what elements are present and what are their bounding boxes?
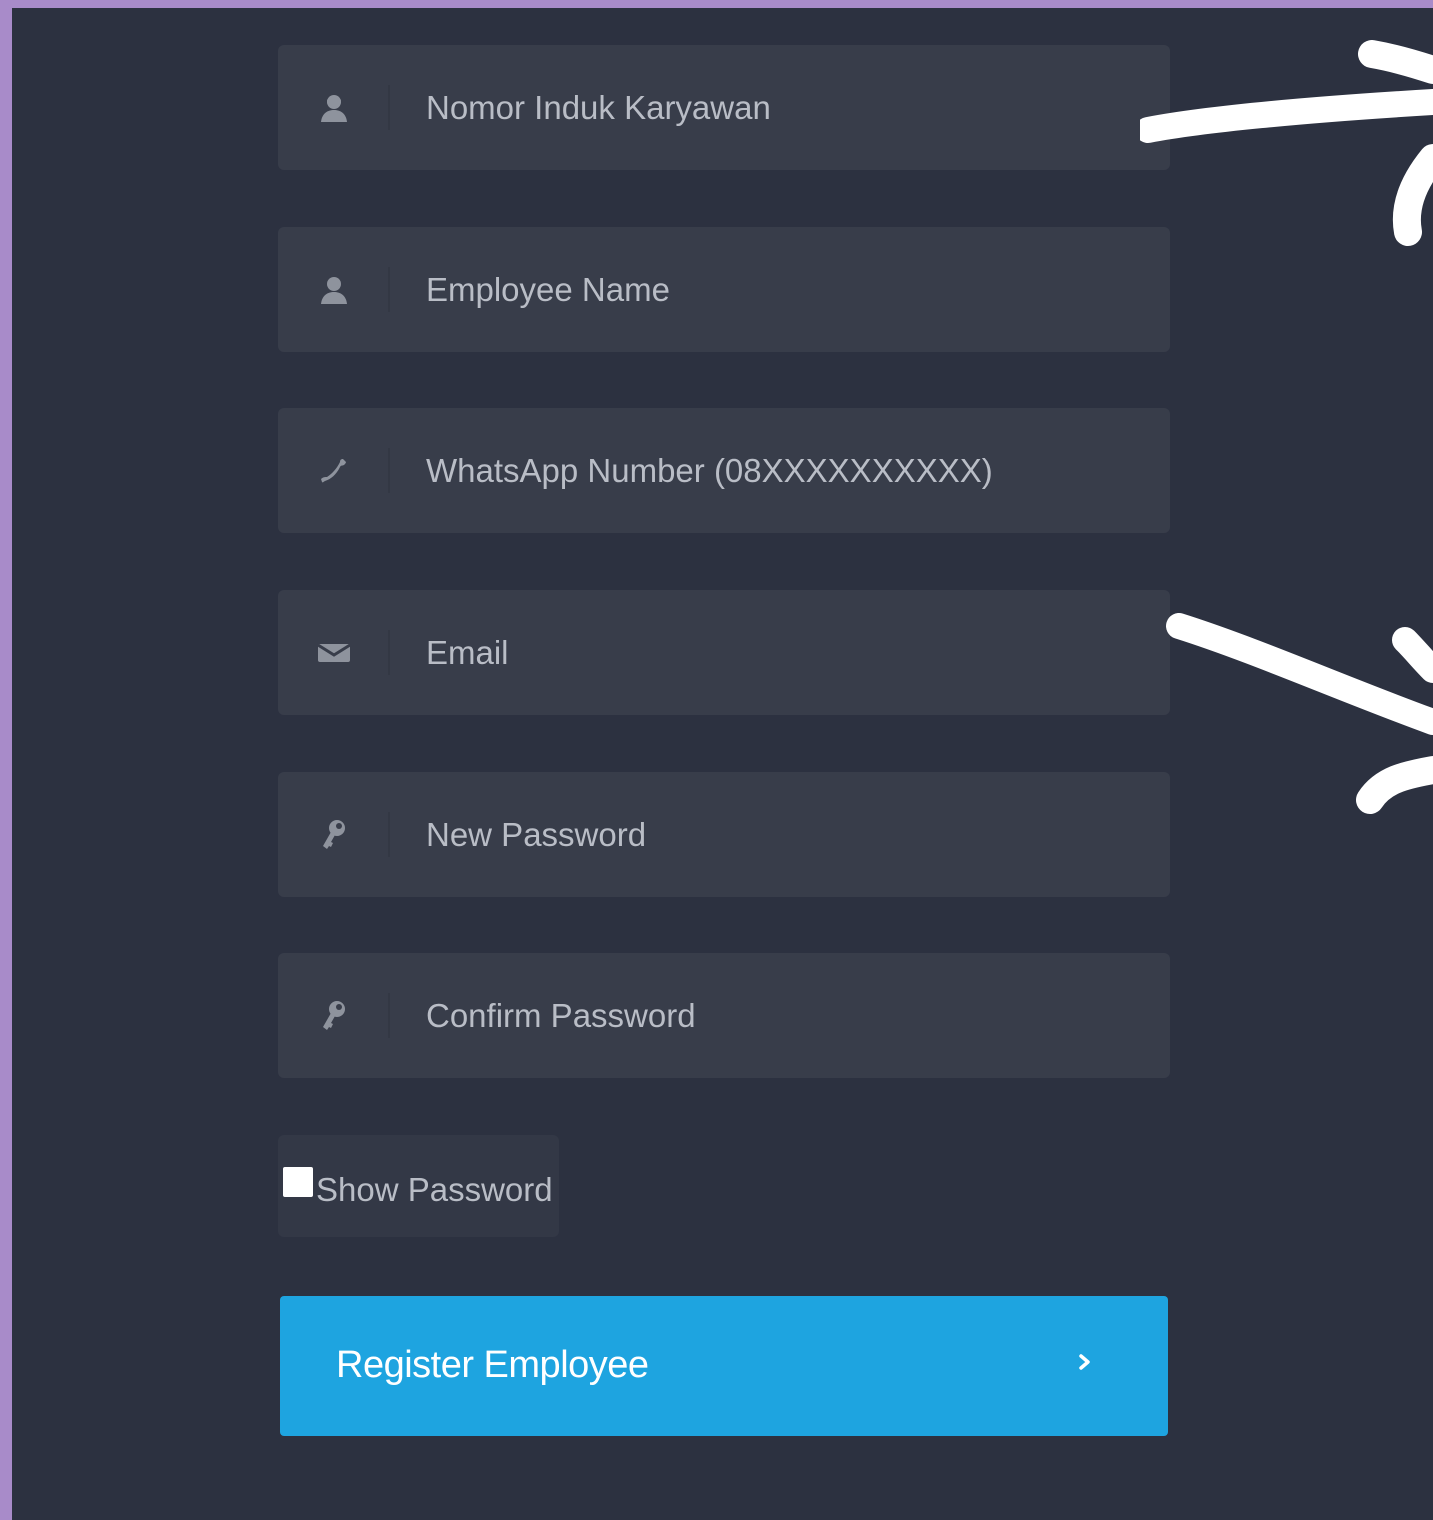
new-password-input[interactable] [426,772,1126,897]
whatsapp-input[interactable] [426,408,1126,533]
whatsapp-field[interactable] [278,408,1170,533]
show-password-label: Show Password [316,1171,553,1208]
employee-name-field[interactable] [278,227,1170,352]
register-button-label: Register Employee [336,1344,649,1386]
field-separator [388,812,390,857]
key-icon [278,953,390,1078]
email-input[interactable] [426,590,1126,715]
field-separator [388,85,390,130]
frame-border-top [0,0,1433,8]
employee-name-input[interactable] [426,227,1126,352]
key-icon [278,772,390,897]
show-password-checkbox[interactable] [283,1167,313,1197]
nik-field[interactable] [278,45,1170,170]
field-separator [388,630,390,675]
envelope-icon [278,590,390,715]
field-separator [388,993,390,1038]
chevron-right-icon [1078,1348,1092,1381]
field-separator [388,267,390,312]
user-icon [278,227,390,352]
nik-input[interactable] [426,45,1126,170]
annotation-arrow-icon [1140,40,1433,246]
email-field[interactable] [278,590,1170,715]
phone-icon [278,408,390,533]
confirm-password-field[interactable] [278,953,1170,1078]
frame-border-left [0,0,12,1520]
show-password-toggle[interactable]: Show Password [278,1135,559,1237]
user-icon [278,45,390,170]
new-password-field[interactable] [278,772,1170,897]
annotation-arrow-icon [1166,613,1433,814]
confirm-password-input[interactable] [426,953,1126,1078]
field-separator [388,448,390,493]
register-employee-button[interactable]: Register Employee [280,1296,1168,1436]
